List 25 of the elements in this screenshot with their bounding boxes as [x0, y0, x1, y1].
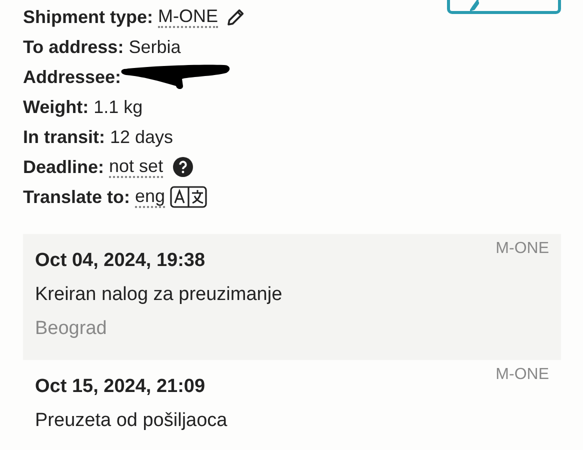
field-label: Addressee: — [23, 66, 122, 88]
field-label: To address: — [23, 36, 124, 58]
help-icon[interactable] — [173, 157, 194, 177]
field-link[interactable]: eng — [135, 186, 166, 208]
field-value: Serbia — [128, 36, 181, 58]
pencil-icon[interactable] — [226, 7, 246, 27]
field-label: In transit: — [23, 126, 106, 148]
field-link[interactable]: M-ONE — [158, 6, 218, 28]
service-tag: M-ONE — [496, 366, 549, 384]
field-value: 1.1 kg — [94, 96, 143, 118]
field-value: 12 days — [110, 126, 174, 148]
event-status: Preuzeta od pošiljaoca — [35, 410, 228, 433]
service-tag: M-ONE — [496, 240, 549, 258]
field-label: Translate to: — [23, 186, 130, 208]
event-status: Kreiran nalog za preuzimanje — [35, 284, 284, 307]
edit-button[interactable] — [447, 0, 561, 14]
translate-icon[interactable] — [170, 186, 208, 208]
field-label: Deadline: — [23, 156, 104, 178]
event-date: Oct 15, 2024, 21:09 — [35, 376, 206, 399]
field-link[interactable]: not set — [109, 156, 164, 178]
field-label: Shipment type: — [23, 6, 154, 28]
event-location: Beograd — [35, 318, 108, 340]
event-date: Oct 04, 2024, 19:38 — [35, 250, 206, 273]
field-label: Weight: — [23, 96, 89, 118]
pencil-icon — [470, 0, 479, 11]
